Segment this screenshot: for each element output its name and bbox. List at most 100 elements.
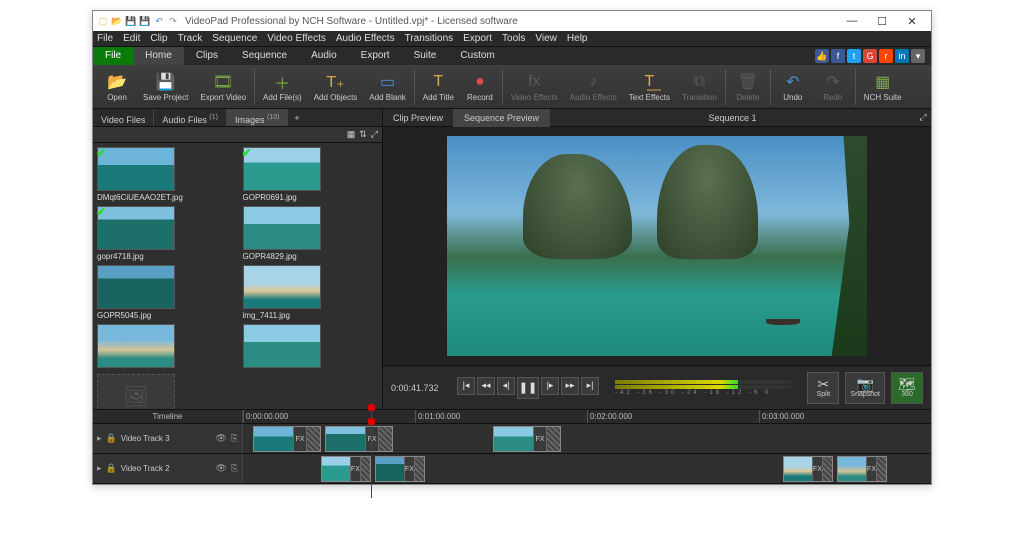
menu-audio-effects[interactable]: Audio Effects xyxy=(336,33,395,44)
vr360-button[interactable]: 🗺360 xyxy=(891,372,923,404)
ribbon-tab-clips[interactable]: Clips xyxy=(184,47,230,65)
snapshot-button[interactable]: 📷Snapshot xyxy=(845,372,885,404)
clip-transition-icon[interactable] xyxy=(360,457,370,481)
clip-fx-icon[interactable]: FX xyxy=(812,457,822,481)
linkedin-icon[interactable]: in xyxy=(895,49,909,63)
timeline-ruler[interactable]: 0:00:00.0000:01:00.0000:02:00.0000:03:00… xyxy=(243,410,931,423)
menu-help[interactable]: Help xyxy=(567,33,588,44)
media-thumb[interactable] xyxy=(243,324,379,370)
menu-track[interactable]: Track xyxy=(178,33,203,44)
text-effects-button[interactable]: T͟Text Effects xyxy=(623,67,676,107)
clip-fx-icon[interactable]: FX xyxy=(866,457,876,481)
rewind-button[interactable]: ◂◂ xyxy=(477,377,495,395)
menu-file[interactable]: File xyxy=(97,33,113,44)
add-file-s--button[interactable]: ＋Add File(s) xyxy=(257,67,308,107)
media-thumb[interactable]: ✔gopr4718.jpg xyxy=(97,206,233,261)
bin-add-tab-button[interactable]: + xyxy=(288,109,305,126)
media-thumb[interactable]: ✔DMqt6CiUEAAO2ET.jpg xyxy=(97,147,233,202)
track-lane[interactable]: FX FX FX FX xyxy=(243,454,931,483)
ribbon-tab-export[interactable]: Export xyxy=(349,47,402,65)
play-pause-button[interactable]: ❚❚ xyxy=(517,377,539,399)
menu-video-effects[interactable]: Video Effects xyxy=(267,33,326,44)
clip-transition-icon[interactable] xyxy=(546,427,560,451)
minimize-button[interactable]: — xyxy=(837,15,867,28)
menu-clip[interactable]: Clip xyxy=(150,33,167,44)
video-preview-frame[interactable] xyxy=(447,136,867,356)
bin-tab-video-files[interactable]: Video Files xyxy=(93,109,154,126)
menu-sequence[interactable]: Sequence xyxy=(212,33,257,44)
nch-suite-button[interactable]: ▦NCH Suite xyxy=(858,67,908,107)
ribbon-tab-suite[interactable]: Suite xyxy=(402,47,449,65)
ribbon-tab-audio[interactable]: Audio xyxy=(299,47,349,65)
goto-end-button[interactable]: ▸| xyxy=(581,377,599,395)
qat-saveas-icon[interactable]: 💾 xyxy=(139,15,151,27)
fast-forward-button[interactable]: ▸▸ xyxy=(561,377,579,395)
more-icon[interactable]: ▾ xyxy=(911,49,925,63)
menu-export[interactable]: Export xyxy=(463,33,492,44)
add-media-placeholder[interactable]: 🖼 xyxy=(97,374,233,409)
clip-transition-icon[interactable] xyxy=(876,457,886,481)
menu-view[interactable]: View xyxy=(535,33,557,44)
popout-icon[interactable]: ⤢ xyxy=(915,112,931,123)
timeline-clip[interactable]: FX xyxy=(375,456,425,482)
step-back-button[interactable]: ◂| xyxy=(497,377,515,395)
ribbon-tab-file[interactable]: File xyxy=(93,47,133,65)
clip-transition-icon[interactable] xyxy=(306,427,320,451)
track-link-icon[interactable]: ⎘ xyxy=(231,433,238,444)
menu-transitions[interactable]: Transitions xyxy=(405,33,454,44)
bin-tab-audio-files[interactable]: Audio Files (1) xyxy=(154,109,227,126)
qat-redo-icon[interactable]: ↷ xyxy=(167,15,179,27)
maximize-button[interactable]: ☐ xyxy=(867,15,897,28)
preview-tab-clip-preview[interactable]: Clip Preview xyxy=(383,109,454,127)
media-thumb[interactable]: GOPR5045.jpg xyxy=(97,265,233,320)
like-icon[interactable]: 👍 xyxy=(815,49,829,63)
track-link-icon[interactable]: ⎘ xyxy=(231,463,238,474)
media-thumb[interactable]: GOPR4829.jpg xyxy=(243,206,379,261)
ribbon-tab-custom[interactable]: Custom xyxy=(448,47,506,65)
media-thumb[interactable]: img_7411.jpg xyxy=(243,265,379,320)
bin-view-icon[interactable]: ▦ xyxy=(347,129,356,140)
bin-expand-icon[interactable]: ⤢ xyxy=(371,129,378,140)
qat-undo-icon[interactable]: ↶ xyxy=(153,15,165,27)
ribbon-tab-home[interactable]: Home xyxy=(133,47,184,65)
timeline-clip[interactable]: FX xyxy=(493,426,561,452)
clip-transition-icon[interactable] xyxy=(378,427,392,451)
undo-button[interactable]: ↶Undo xyxy=(773,67,813,107)
bin-tab-images[interactable]: Images (10) xyxy=(227,109,288,126)
menu-tools[interactable]: Tools xyxy=(502,33,525,44)
track-collapse-icon[interactable]: ▸ xyxy=(97,433,102,444)
track-lock-icon[interactable]: 🔒 xyxy=(106,463,117,474)
clip-transition-icon[interactable] xyxy=(822,457,832,481)
step-forward-button[interactable]: |▸ xyxy=(541,377,559,395)
add-title-button[interactable]: TAdd Title xyxy=(417,67,460,107)
twitter-icon[interactable]: t xyxy=(847,49,861,63)
timeline-clip[interactable]: FX xyxy=(783,456,833,482)
track-header[interactable]: ▸🔒Video Track 2👁⎘ xyxy=(93,454,243,483)
close-button[interactable]: ✕ xyxy=(897,15,927,28)
facebook-icon[interactable]: f xyxy=(831,49,845,63)
media-thumb[interactable] xyxy=(97,324,233,370)
clip-transition-icon[interactable] xyxy=(414,457,424,481)
open-button[interactable]: 📂Open xyxy=(97,67,137,107)
qat-open-icon[interactable]: 📂 xyxy=(111,15,123,27)
ribbon-tab-sequence[interactable]: Sequence xyxy=(230,47,299,65)
track-header[interactable]: ▸🔒Video Track 3👁⎘ xyxy=(93,424,243,453)
preview-tab-sequence-preview[interactable]: Sequence Preview xyxy=(454,109,550,127)
timeline-clip[interactable]: FX xyxy=(325,426,393,452)
timeline-clip[interactable]: FX xyxy=(253,426,321,452)
track-lock-icon[interactable]: 🔒 xyxy=(106,433,117,444)
clip-fx-icon[interactable]: FX xyxy=(293,427,307,451)
track-visibility-icon[interactable]: 👁 xyxy=(215,433,226,444)
clip-fx-icon[interactable]: FX xyxy=(350,457,360,481)
export-video-button[interactable]: 🎞Export Video xyxy=(194,67,252,107)
clip-fx-icon[interactable]: FX xyxy=(404,457,414,481)
menu-edit[interactable]: Edit xyxy=(123,33,140,44)
qat-new-icon[interactable]: ▢ xyxy=(97,15,109,27)
timeline-clip[interactable]: FX xyxy=(837,456,887,482)
google-icon[interactable]: G xyxy=(863,49,877,63)
reddit-icon[interactable]: r xyxy=(879,49,893,63)
split-button[interactable]: ✂Split xyxy=(807,372,839,404)
bin-sort-icon[interactable]: ⇅ xyxy=(359,129,367,140)
qat-save-icon[interactable]: 💾 xyxy=(125,15,137,27)
media-thumb[interactable]: ✔GOPR0691.jpg xyxy=(243,147,379,202)
